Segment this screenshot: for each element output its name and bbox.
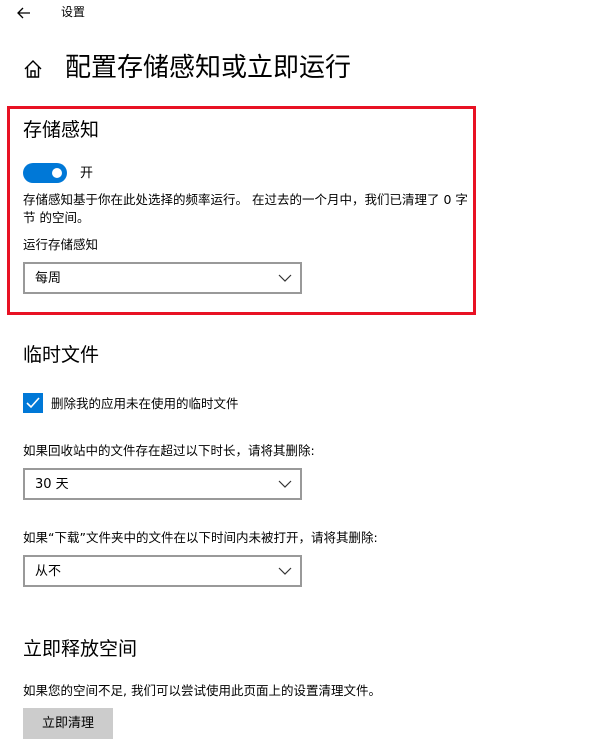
toggle-knob <box>52 168 62 178</box>
back-button[interactable] <box>8 2 38 24</box>
delete-temp-files-checkbox[interactable] <box>23 393 43 413</box>
run-storage-sense-label: 运行存储感知 <box>23 237 99 252</box>
storage-sense-toggle[interactable] <box>23 163 67 183</box>
free-space-heading: 立即释放空间 <box>23 638 138 660</box>
home-icon[interactable] <box>22 58 44 80</box>
downloads-dropdown[interactable]: 从不 <box>23 555 302 587</box>
downloads-value: 从不 <box>35 564 62 579</box>
chevron-down-icon <box>278 567 292 575</box>
downloads-label: 如果“下载”文件夹中的文件在以下时间内未被打开，请将其删除: <box>23 530 378 545</box>
free-space-description: 如果您的空间不足, 我们可以尝试使用此页面上的设置清理文件。 <box>23 683 381 698</box>
run-frequency-dropdown[interactable]: 每周 <box>23 262 302 294</box>
temp-files-heading: 临时文件 <box>23 344 100 366</box>
chevron-down-icon <box>278 480 292 488</box>
toggle-state-label: 开 <box>80 166 94 181</box>
recycle-bin-dropdown[interactable]: 30 天 <box>23 468 302 500</box>
delete-temp-files-label: 删除我的应用未在使用的临时文件 <box>51 396 239 411</box>
checkmark-icon <box>26 397 40 409</box>
storage-sense-description: 存储感知基于你在此处选择的频率运行。 在过去的一个月中，我们已清理了 0 字节 … <box>23 192 468 225</box>
clean-now-button[interactable]: 立即清理 <box>23 708 113 739</box>
chevron-down-icon <box>278 274 292 282</box>
page-title: 配置存储感知或立即运行 <box>65 53 352 83</box>
recycle-bin-value: 30 天 <box>35 477 69 492</box>
back-arrow-icon <box>17 7 30 19</box>
run-frequency-value: 每周 <box>35 271 62 286</box>
recycle-bin-label: 如果回收站中的文件存在超过以下时长，请将其删除: <box>23 443 315 458</box>
storage-sense-heading: 存储感知 <box>23 119 100 141</box>
window-title: 设置 <box>61 5 86 19</box>
